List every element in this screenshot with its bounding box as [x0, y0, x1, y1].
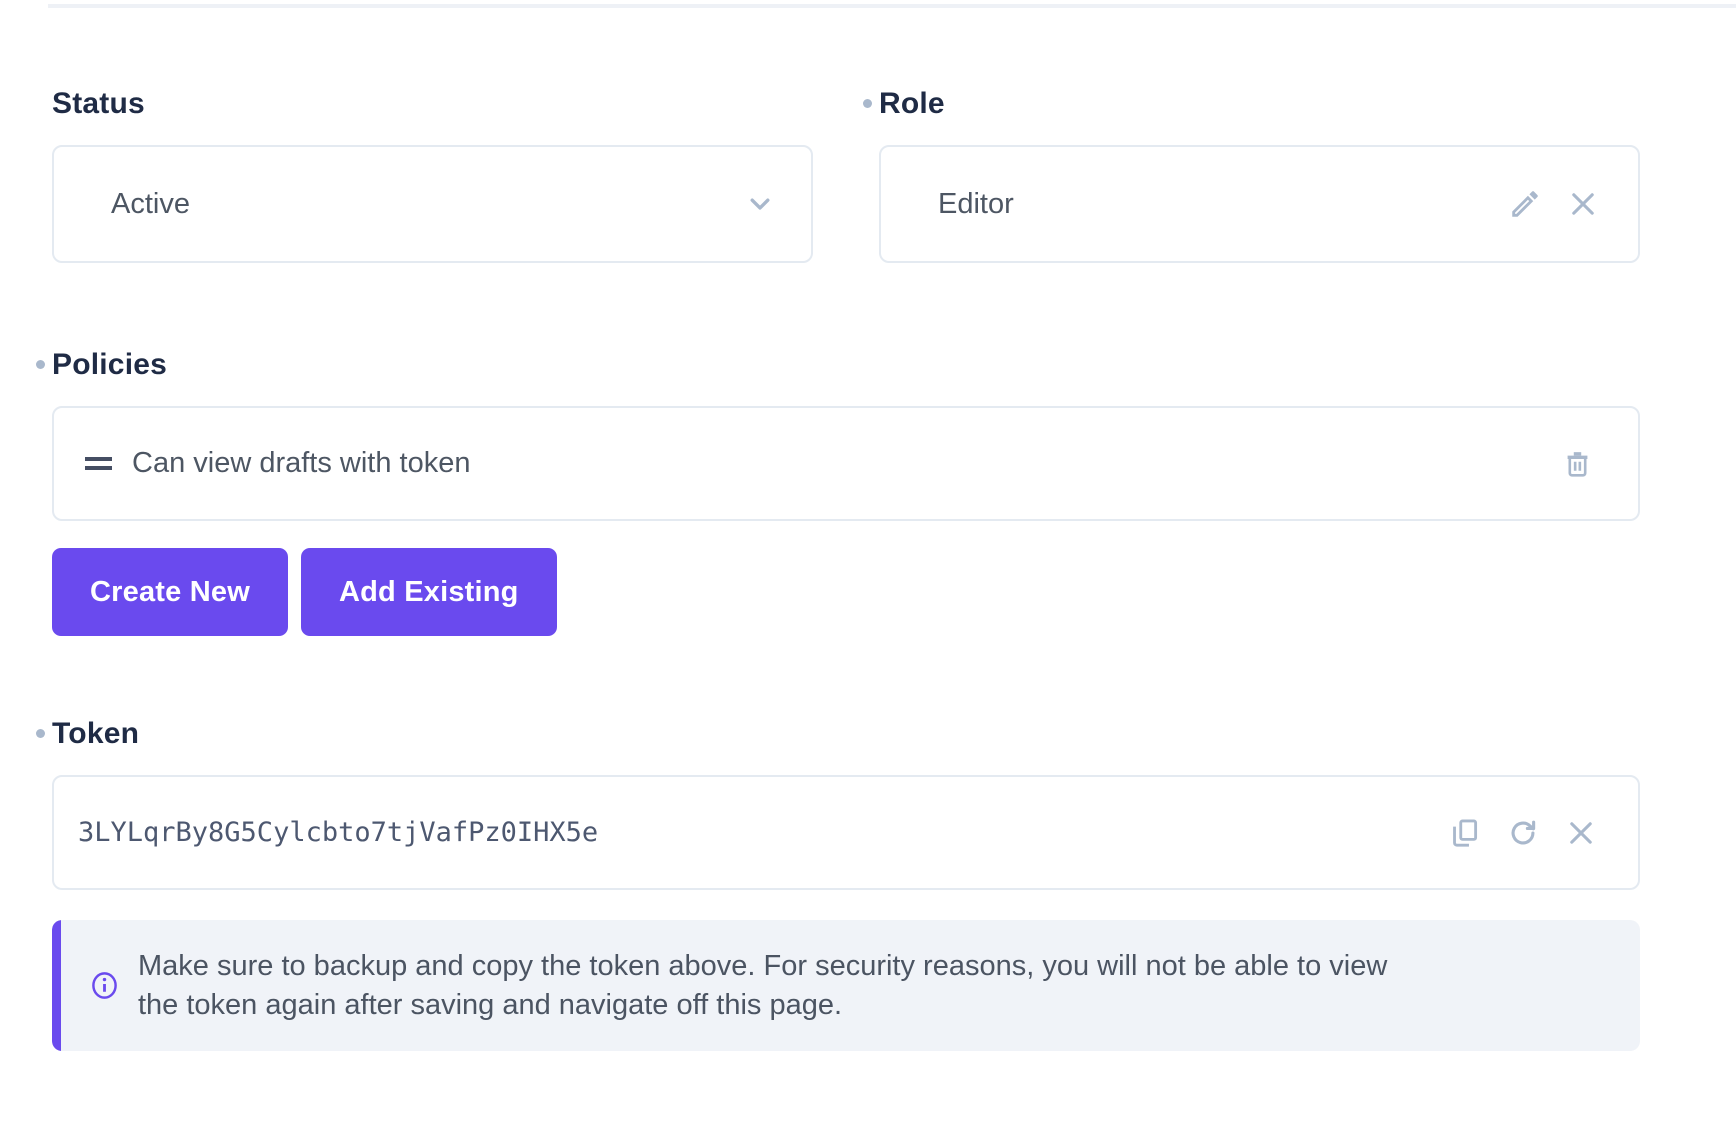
- policy-buttons: Create New Add Existing: [52, 548, 1640, 636]
- role-value: Editor: [938, 188, 1014, 221]
- required-dot: [36, 360, 45, 369]
- token-label: Token: [52, 714, 1640, 754]
- role-field-group: Role Editor: [879, 84, 1640, 263]
- policies-field-group: Policies Can view drafts with token Crea…: [52, 345, 1640, 636]
- policies-label-text: Policies: [52, 348, 167, 382]
- role-field[interactable]: Editor: [879, 145, 1640, 263]
- notice-text: Make sure to backup and copy the token a…: [138, 947, 1423, 1025]
- role-actions: [1508, 187, 1600, 221]
- user-form: Status Active Role Editor: [52, 0, 1640, 1051]
- token-notice: Make sure to backup and copy the token a…: [52, 920, 1640, 1051]
- token-field[interactable]: 3LYLqrBy8G5Cylcbto7tjVafPz0IHX5e: [52, 775, 1640, 890]
- notice-accent-bar: [52, 920, 61, 1051]
- info-icon: [89, 969, 120, 1002]
- token-actions: [1448, 816, 1598, 850]
- status-value: Active: [111, 188, 190, 221]
- required-dot: [36, 729, 45, 738]
- token-field-group: Token 3LYLqrBy8G5Cylcbto7tjVafPz0IHX5e: [52, 714, 1640, 1051]
- close-icon[interactable]: [1566, 187, 1600, 221]
- status-role-row: Status Active Role Editor: [52, 84, 1640, 263]
- token-label-text: Token: [52, 717, 139, 751]
- chevron-down-icon[interactable]: [743, 187, 777, 221]
- policies-label: Policies: [52, 345, 1640, 385]
- status-label: Status: [52, 84, 813, 124]
- role-label: Role: [879, 84, 1640, 124]
- status-select[interactable]: Active: [52, 145, 813, 263]
- pencil-icon[interactable]: [1508, 187, 1542, 221]
- top-divider: [48, 4, 1736, 8]
- policy-list-item[interactable]: Can view drafts with token: [52, 406, 1640, 521]
- add-existing-button[interactable]: Add Existing: [301, 548, 557, 636]
- policy-name: Can view drafts with token: [132, 447, 1561, 480]
- copy-icon[interactable]: [1448, 816, 1482, 850]
- trash-icon[interactable]: [1561, 446, 1594, 481]
- status-label-text: Status: [52, 87, 145, 121]
- refresh-icon[interactable]: [1506, 816, 1540, 850]
- create-new-button[interactable]: Create New: [52, 548, 288, 636]
- close-icon[interactable]: [1564, 816, 1598, 850]
- required-dot: [863, 99, 872, 108]
- drag-handle-icon[interactable]: [85, 457, 112, 470]
- token-value: 3LYLqrBy8G5Cylcbto7tjVafPz0IHX5e: [78, 817, 1448, 848]
- role-label-text: Role: [879, 87, 945, 121]
- status-field-group: Status Active: [52, 84, 813, 263]
